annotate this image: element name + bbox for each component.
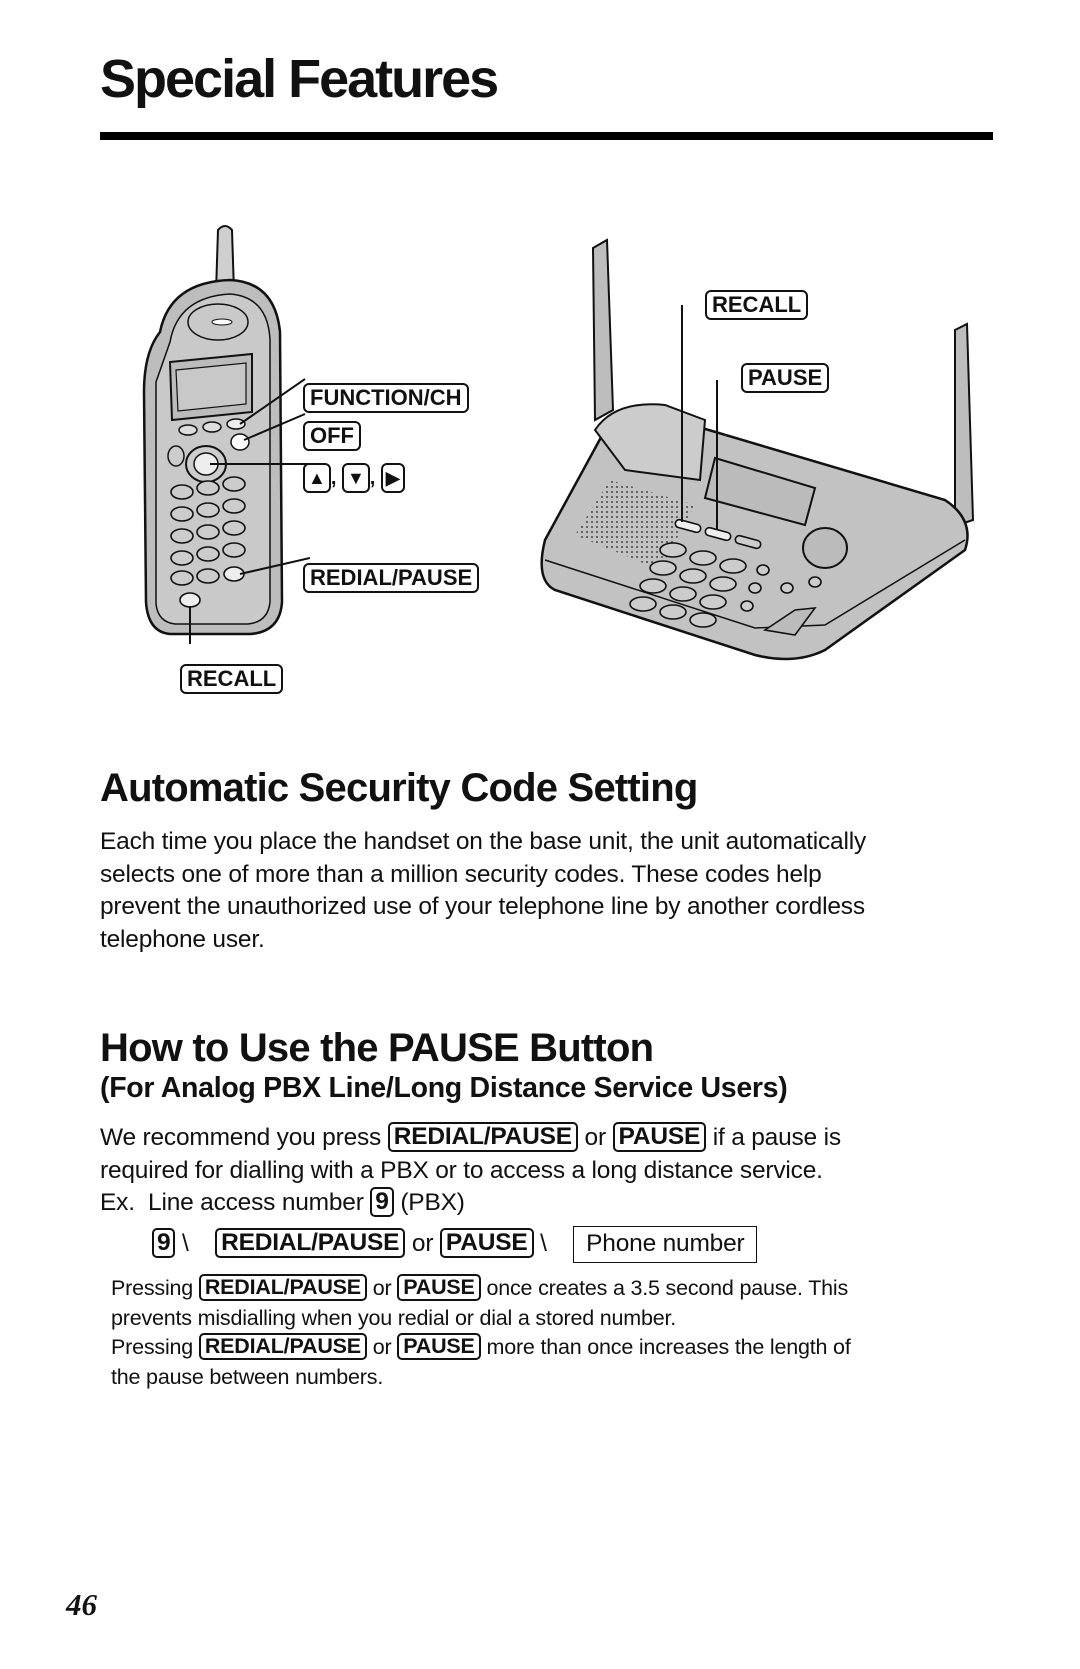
page-number: 46	[66, 1587, 97, 1622]
right-arrow-icon: ▶	[380, 463, 405, 493]
digit-9-key: 9	[370, 1187, 394, 1217]
example-suffix: (PBX)	[400, 1189, 465, 1216]
down-arrow-icon: ▼	[341, 463, 370, 493]
note-line: the pause between numbers.	[111, 1364, 384, 1389]
redial-pause-key: REDIAL/PAUSE	[215, 1228, 406, 1258]
example-prefix: Ex.	[100, 1189, 135, 1216]
dial-sequence: 9 \ REDIAL/PAUSE or PAUSE \ Phone number	[152, 1226, 758, 1263]
arrow-icon: \	[540, 1230, 547, 1257]
redial-pause-key: REDIAL/PAUSE	[198, 1333, 367, 1360]
or-text: or	[411, 1230, 434, 1257]
navigator-keys-label: ▲, ▼, ▶	[303, 463, 405, 493]
phone-number-box: Phone number	[573, 1226, 758, 1263]
recall-key-label-base: RECALL	[705, 290, 809, 320]
note-text: more than once increases the length of	[486, 1335, 851, 1359]
note: Pressing REDIAL/PAUSE or PAUSE once crea…	[111, 1274, 1011, 1304]
example-text: Line access number	[148, 1189, 364, 1216]
or-text: or	[372, 1335, 392, 1359]
pause-key: PAUSE	[397, 1274, 481, 1301]
security-heading: Automatic Security Code Setting	[100, 766, 698, 810]
security-line: selects one of more than a million secur…	[100, 860, 822, 888]
pause-notes: Pressing REDIAL/PAUSE or PAUSE once crea…	[111, 1274, 1011, 1392]
example-line: Ex. Line access number 9 (PBX)	[100, 1187, 1020, 1220]
pause-intro: We recommend you press REDIAL/PAUSE or P…	[100, 1122, 1020, 1220]
separator: ,	[330, 467, 337, 489]
up-arrow-icon: ▲	[303, 463, 331, 493]
pause-heading: How to Use the PAUSE Button	[100, 1026, 654, 1070]
pause-subheading: (For Analog PBX Line/Long Distance Servi…	[100, 1072, 788, 1104]
pause-key: PAUSE	[439, 1228, 534, 1258]
pause-key-label-base: PAUSE	[741, 363, 830, 393]
intro-text: if a pause is	[712, 1124, 841, 1151]
note: Pressing REDIAL/PAUSE or PAUSE more than…	[111, 1333, 1011, 1363]
digit-9-key: 9	[152, 1228, 176, 1258]
intro-text: We recommend you press	[100, 1124, 382, 1151]
security-line: prevent the unauthorized use of your tel…	[100, 893, 865, 920]
security-paragraph: Each time you place the handset on the b…	[100, 826, 1000, 956]
note-text: Pressing	[111, 1276, 194, 1300]
recall-key-label-handset: RECALL	[180, 664, 284, 694]
separator: ,	[369, 467, 376, 489]
security-line: telephone user.	[100, 925, 265, 953]
or-text: or	[584, 1124, 607, 1151]
intro-line: required for dialling with a PBX or to a…	[100, 1156, 823, 1184]
pause-key: PAUSE	[397, 1333, 481, 1360]
handset-drawing	[142, 225, 310, 644]
note-text: Pressing	[111, 1335, 194, 1359]
redial-pause-key: REDIAL/PAUSE	[387, 1122, 578, 1152]
pause-key: PAUSE	[612, 1122, 707, 1152]
or-text: or	[372, 1276, 392, 1300]
off-key-label: OFF	[303, 421, 361, 451]
redial-pause-key: REDIAL/PAUSE	[198, 1274, 367, 1301]
security-line: Each time you place the handset on the b…	[100, 828, 867, 855]
arrow-icon: \	[182, 1230, 189, 1257]
note-line: prevents misdialling when you redial or …	[111, 1305, 677, 1330]
function-ch-key-label: FUNCTION/CH	[303, 383, 469, 413]
phone-illustration: FUNCTION/CH OFF ▲, ▼, ▶ REDIAL/PAUSE REC…	[0, 0, 1080, 720]
note-text: once creates a 3.5 second pause. This	[486, 1276, 849, 1300]
redial-pause-key-label: REDIAL/PAUSE	[303, 563, 480, 593]
